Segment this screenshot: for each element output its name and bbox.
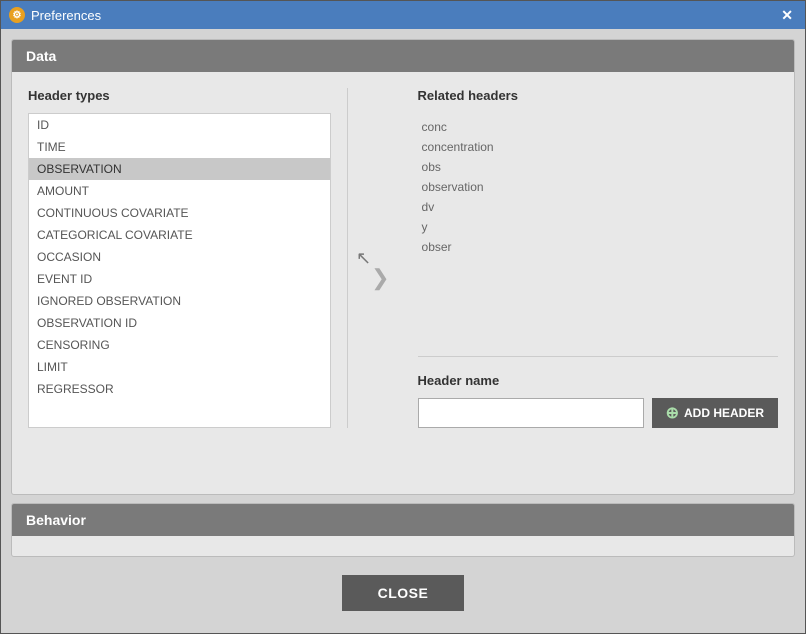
behavior-section-header: Behavior: [12, 504, 794, 536]
list-item-event-id[interactable]: EVENT ID: [29, 268, 330, 290]
list-item-occasion[interactable]: OCCASION: [29, 246, 330, 268]
header-name-row: ⊕ ADD HEADER: [418, 398, 778, 428]
right-arrow-icon: ❯: [371, 265, 389, 291]
list-item-regressor[interactable]: REGRESSOR: [29, 378, 330, 400]
related-item-y: y: [418, 217, 778, 237]
add-header-button[interactable]: ⊕ ADD HEADER: [652, 398, 778, 428]
list-item-id[interactable]: ID: [29, 114, 330, 136]
related-item-observation: observation: [418, 177, 778, 197]
list-item-continuous-covariate[interactable]: CONTINUOUS COVARIATE: [29, 202, 330, 224]
data-section: Data Header types ID TIME OBSERVATION AM…: [11, 39, 795, 495]
title-bar-close-button[interactable]: ✕: [777, 6, 797, 24]
header-name-input[interactable]: [418, 398, 644, 428]
related-headers-list: conc concentration obs observation dv y …: [418, 113, 778, 348]
list-item-limit[interactable]: LIMIT: [29, 356, 330, 378]
dialog-title: Preferences: [31, 8, 101, 23]
list-item-observation-id[interactable]: OBSERVATION ID: [29, 312, 330, 334]
related-item-concentration: concentration: [418, 137, 778, 157]
list-item-time[interactable]: TIME: [29, 136, 330, 158]
data-section-content: Header types ID TIME OBSERVATION AMOUNT …: [12, 72, 794, 444]
behavior-section: Behavior: [11, 503, 795, 557]
cursor-icon: ↖: [356, 248, 371, 269]
dialog-body: Data Header types ID TIME OBSERVATION AM…: [1, 29, 805, 633]
related-headers-panel: Related headers conc concentration obs o…: [398, 88, 778, 428]
app-icon: ⚙: [9, 7, 25, 23]
related-item-obser: obser: [418, 237, 778, 257]
data-section-header: Data: [12, 40, 794, 72]
related-headers-label: Related headers: [418, 88, 778, 103]
header-name-section: Header name ⊕ ADD HEADER: [418, 373, 778, 428]
close-dialog-button[interactable]: CLOSE: [342, 575, 465, 611]
bottom-actions: CLOSE: [11, 565, 795, 623]
divider: [418, 356, 778, 357]
header-types-panel: Header types ID TIME OBSERVATION AMOUNT …: [28, 88, 348, 428]
related-item-conc: conc: [418, 117, 778, 137]
header-name-label: Header name: [418, 373, 778, 388]
related-item-obs: obs: [418, 157, 778, 177]
related-item-dv: dv: [418, 197, 778, 217]
arrow-area: ↖ ❯: [348, 248, 398, 309]
header-types-list[interactable]: ID TIME OBSERVATION AMOUNT CONTINUOUS CO…: [28, 113, 331, 428]
list-item-censoring[interactable]: CENSORING: [29, 334, 330, 356]
header-types-label: Header types: [28, 88, 331, 103]
list-item-amount[interactable]: AMOUNT: [29, 180, 330, 202]
behavior-section-content: [12, 536, 794, 556]
title-bar: ⚙ Preferences ✕: [1, 1, 805, 29]
list-item-categorical-covariate[interactable]: CATEGORICAL COVARIATE: [29, 224, 330, 246]
preferences-dialog: ⚙ Preferences ✕ Data Header types ID TIM…: [0, 0, 806, 634]
list-item-observation[interactable]: OBSERVATION: [29, 158, 330, 180]
list-item-ignored-observation[interactable]: IGNORED OBSERVATION: [29, 290, 330, 312]
title-bar-left: ⚙ Preferences: [9, 7, 101, 23]
data-two-col: Header types ID TIME OBSERVATION AMOUNT …: [28, 88, 778, 428]
add-icon: ⊕: [666, 403, 679, 423]
add-header-label: ADD HEADER: [684, 406, 764, 420]
